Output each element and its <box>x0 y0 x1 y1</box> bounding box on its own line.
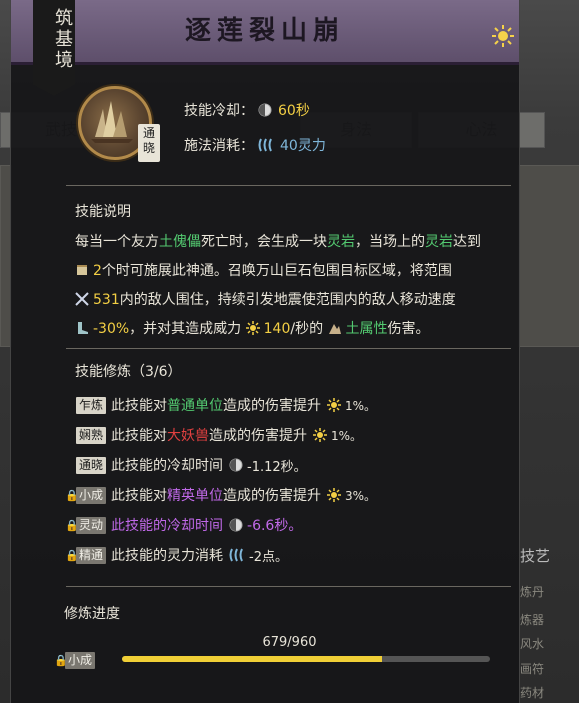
training-row-5: 🔒 灵动 此技能的冷却时间 -6.6秒。 <box>65 516 303 534</box>
skill-mastery-label: 通晓 <box>142 126 155 155</box>
skill-title: 逐莲裂山崩 <box>184 16 345 46</box>
cooldown-value: 60秒 <box>278 103 310 119</box>
cost-label: 施法消耗： <box>184 138 254 154</box>
training-badge: 小成 <box>76 486 107 504</box>
desc-line-4: -30%，并对其造成威力 140/秒的 土属性伤害。 <box>75 315 515 344</box>
cost-value: 40灵力 <box>280 138 326 154</box>
progress-value: 679/960 <box>262 635 317 650</box>
training-row-2: 娴熟 此技能对 大妖兽 造成的伤害提升 1%。 <box>65 425 362 445</box>
bg-right-header: 技艺 <box>520 547 551 565</box>
bg-right-row: 炼丹 <box>520 585 545 599</box>
skill-tooltip-panel: 逐莲裂山崩 筑基境 通晓 技能冷却： 60秒 施法消耗： 40灵力 技能说明 每… <box>10 0 520 703</box>
lock-icon: 🔒 <box>65 488 79 502</box>
training-title: 技能修炼（3/6） <box>75 364 182 380</box>
training-row-3: 通晓 此技能的冷却时间 -1.12秒。 <box>65 455 307 475</box>
divider <box>66 185 511 186</box>
clock-icon <box>229 458 243 472</box>
power-icon <box>327 488 342 502</box>
realm-label: 筑基境 <box>52 8 73 71</box>
desc-line-2: 2个时可施展此神通。召唤万山巨石包围目标区域，将范围 <box>75 257 515 286</box>
power-icon <box>245 321 260 335</box>
divider <box>66 348 511 349</box>
divider <box>66 586 511 587</box>
desc-line-1: 每当一个友方土傀儡死亡时，会生成一块灵岩，当场上的灵岩达到 <box>75 234 481 250</box>
power-icon <box>327 398 342 412</box>
lock-icon: 🔒 <box>65 548 79 562</box>
bg-right-row: 画符 <box>520 662 545 676</box>
cooldown-row: 技能冷却： 60秒 <box>184 100 310 120</box>
training-badge: 精通 <box>76 546 107 564</box>
lock-icon: 🔒 <box>65 518 79 532</box>
lock-icon: 🔒 <box>54 654 68 667</box>
earth-element-icon <box>328 324 341 334</box>
cost-row: 施法消耗： 40灵力 <box>184 135 326 155</box>
cooldown-label: 技能冷却： <box>184 103 254 119</box>
training-row-4: 🔒 小成 此技能对 精英单位 造成的伤害提升 3%。 <box>65 486 377 504</box>
desc-line-3: 531内的敌人围住，持续引发地震使范围内的敌人移动速度 <box>75 286 515 315</box>
training-badge: 灵动 <box>76 516 107 534</box>
skill-mastery-tag: 通晓 <box>138 124 160 162</box>
training-badge: 娴熟 <box>76 426 107 444</box>
training-row-6: 🔒 精通 此技能的灵力消耗 -2点。 <box>65 546 288 565</box>
scroll-icon <box>77 265 87 275</box>
clock-icon <box>229 518 243 532</box>
range-icon <box>75 292 89 306</box>
mana-icon <box>229 548 243 562</box>
bg-card <box>518 165 579 347</box>
mana-icon <box>258 138 272 152</box>
power-icon <box>313 428 328 442</box>
training-badge: 通晓 <box>76 456 107 474</box>
description-title: 技能说明 <box>75 204 131 220</box>
bg-right-row: 药材 <box>520 686 545 700</box>
training-badge: 乍炼 <box>76 396 107 414</box>
progress-stage: 🔒 小成 <box>54 652 100 669</box>
realm-banner: 筑基境 <box>33 0 75 96</box>
progress-title: 修炼进度 <box>64 606 120 622</box>
skill-description: 每当一个友方土傀儡死亡时，会生成一块灵岩，当场上的灵岩达到 2个时可施展此神通。… <box>75 228 515 344</box>
clock-icon <box>258 103 272 117</box>
training-row-1: 乍炼 此技能对 普通单位 造成的伤害提升 1%。 <box>65 395 376 415</box>
progress-stage-badge: 小成 <box>65 652 96 669</box>
progress-fill <box>122 656 383 662</box>
bg-right-row: 炼器 <box>520 613 545 627</box>
rock-spikes-icon <box>91 101 133 143</box>
progress-bar <box>122 656 490 662</box>
boot-icon <box>78 322 88 334</box>
title-bar: 逐莲裂山崩 <box>11 0 519 65</box>
spark-icon <box>492 25 514 47</box>
